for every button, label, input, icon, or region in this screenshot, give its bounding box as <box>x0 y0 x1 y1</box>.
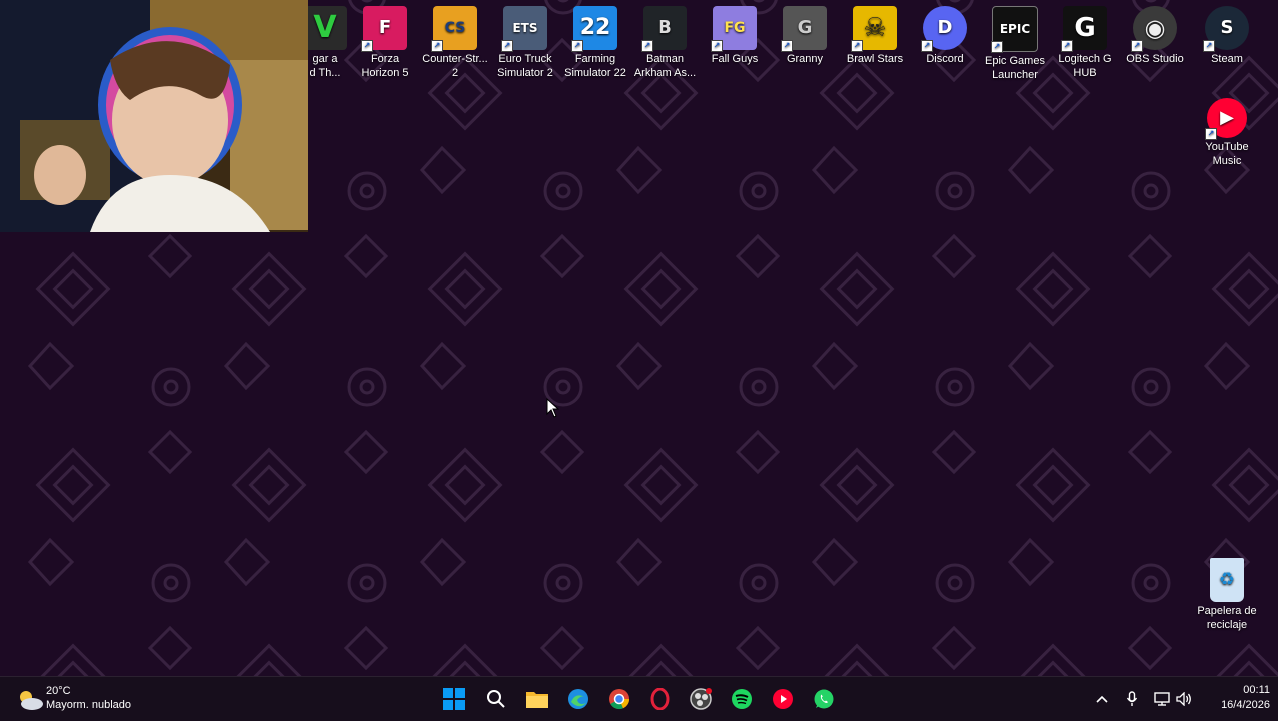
desktop-icon-forza[interactable]: F ↗ Forza Horizon 5 <box>350 0 420 80</box>
taskbar: 20°C Mayorm. nublado 00:11 16/4/2026 <box>0 676 1278 721</box>
network-button[interactable] <box>1150 685 1174 713</box>
webcam-overlay <box>0 0 308 232</box>
show-hidden-icons-button[interactable] <box>1090 685 1114 713</box>
desktop-icon-label: Granny <box>786 53 824 65</box>
desktop-icon-youtube-music[interactable]: ▶ ↗ YouTube Music <box>1192 92 1262 168</box>
start-button[interactable] <box>440 685 468 713</box>
truck-icon: ETS ↗ <box>501 6 547 52</box>
volume-button[interactable] <box>1172 685 1196 713</box>
desktop-icon-farming[interactable]: 22 ↗ Farming Simulator 22 <box>560 0 630 80</box>
weather-description: Mayorm. nublado <box>46 699 131 711</box>
forza-icon: F ↗ <box>361 6 407 52</box>
desktop-icon-euro-truck[interactable]: ETS ↗ Euro Truck Simulator 2 <box>490 0 560 80</box>
desktop-icon-label: Counter-Str... 2 <box>422 53 488 79</box>
whatsapp-button[interactable] <box>810 685 838 713</box>
clock-date: 16/4/2026 <box>1221 699 1270 711</box>
windows-logo-icon <box>443 688 465 710</box>
desktop-icon-granny[interactable]: G ↗ Granny <box>770 0 840 66</box>
desktop-icon-label: Batman Arkham As... <box>633 53 697 79</box>
epic-games-icon: EPIC ↗ <box>991 6 1038 53</box>
youtube-music-taskbar-button[interactable] <box>769 685 797 713</box>
edge-button[interactable] <box>564 685 592 713</box>
obs-icon <box>690 688 712 710</box>
desktop-icon-batman[interactable]: B ↗ Batman Arkham As... <box>630 0 700 80</box>
desktop-icon-label: Logitech G HUB <box>1058 53 1112 79</box>
opera-gx-button[interactable] <box>646 685 674 713</box>
desktop-icon-label: Fall Guys <box>711 53 759 65</box>
desktop-icon-obs[interactable]: ◉ ↗ OBS Studio <box>1120 0 1190 66</box>
folder-icon <box>526 692 548 708</box>
desktop-icon-label: Forza Horizon 5 <box>361 53 409 79</box>
desktop-icon-logitech[interactable]: G ↗ Logitech G HUB <box>1050 0 1120 80</box>
desktop-icon-label: Papelera de reciclaje <box>1197 605 1257 631</box>
microphone-button[interactable] <box>1120 685 1144 713</box>
clock[interactable]: 00:11 16/4/2026 <box>1200 683 1270 713</box>
clock-time: 00:11 <box>1243 684 1270 696</box>
granny-icon: G ↗ <box>781 6 827 52</box>
whatsapp-icon <box>814 689 834 709</box>
edge-icon <box>568 689 588 709</box>
logitech-icon: G ↗ <box>1061 6 1107 52</box>
steam-icon: S ↗ <box>1203 6 1249 52</box>
weather-widget[interactable]: 20°C Mayorm. nublado <box>14 683 154 715</box>
search-icon <box>487 690 505 708</box>
fall-guys-icon: FG ↗ <box>711 6 757 52</box>
desktop-icon-discord[interactable]: D ↗ Discord <box>910 0 980 66</box>
chrome-icon <box>609 689 630 710</box>
desktop-icon-brawl-stars[interactable]: ☠ ↗ Brawl Stars <box>840 0 910 66</box>
desktop-icon-counter-strike[interactable]: CS ↗ Counter-Str... 2 <box>420 0 490 80</box>
farming-icon: 22 ↗ <box>571 6 617 52</box>
microphone-icon <box>1126 691 1138 706</box>
desktop-icon-label: Epic Games Launcher <box>985 55 1045 81</box>
desktop-icon-label: Discord <box>926 53 964 65</box>
desktop-icon-recycle-bin[interactable]: ♻ Papelera de reciclaje <box>1192 552 1262 632</box>
batman-icon: B ↗ <box>641 6 687 52</box>
desktop-icon-label: Steam <box>1211 53 1243 65</box>
gta-v-icon: V <box>303 6 347 50</box>
search-button[interactable] <box>482 685 510 713</box>
desktop-icon-label: Euro Truck Simulator 2 <box>497 53 553 79</box>
spotify-button[interactable] <box>728 685 756 713</box>
mouse-pointer-icon <box>546 398 560 418</box>
obs-icon: ◉ ↗ <box>1131 6 1177 52</box>
brawl-stars-icon: ☠ ↗ <box>851 6 897 52</box>
spotify-icon <box>732 689 752 709</box>
recycle-bin-icon: ♻ <box>1210 558 1244 602</box>
obs-taskbar-button[interactable] <box>687 685 715 713</box>
desktop-icon-label: Brawl Stars <box>846 53 904 65</box>
file-explorer-button[interactable] <box>523 685 551 713</box>
webcam-feed-image <box>0 0 308 232</box>
chrome-button[interactable] <box>605 685 633 713</box>
desktop-icon-epic-games[interactable]: EPIC ↗ Epic Games Launcher <box>980 0 1050 82</box>
desktop-icon-steam[interactable]: S ↗ Steam <box>1192 0 1262 66</box>
weather-temp: 20°C <box>46 685 71 697</box>
chevron-up-icon <box>1096 695 1108 703</box>
desktop-icon-fall-guys[interactable]: FG ↗ Fall Guys <box>700 0 770 66</box>
partly-cloudy-icon <box>20 691 43 710</box>
youtube-music-icon: ▶ ↗ <box>1205 98 1247 140</box>
youtube-music-icon <box>773 689 793 709</box>
desktop-icon-label: Farming Simulator 22 <box>564 53 626 79</box>
discord-icon: D ↗ <box>921 6 967 52</box>
counter-strike-icon: CS ↗ <box>431 6 477 52</box>
volume-icon <box>1176 692 1191 706</box>
network-icon <box>1154 692 1170 706</box>
opera-gx-icon <box>650 688 670 710</box>
desktop-icon-label: OBS Studio <box>1126 53 1184 65</box>
desktop-icon-label: YouTube Music <box>1205 141 1249 167</box>
